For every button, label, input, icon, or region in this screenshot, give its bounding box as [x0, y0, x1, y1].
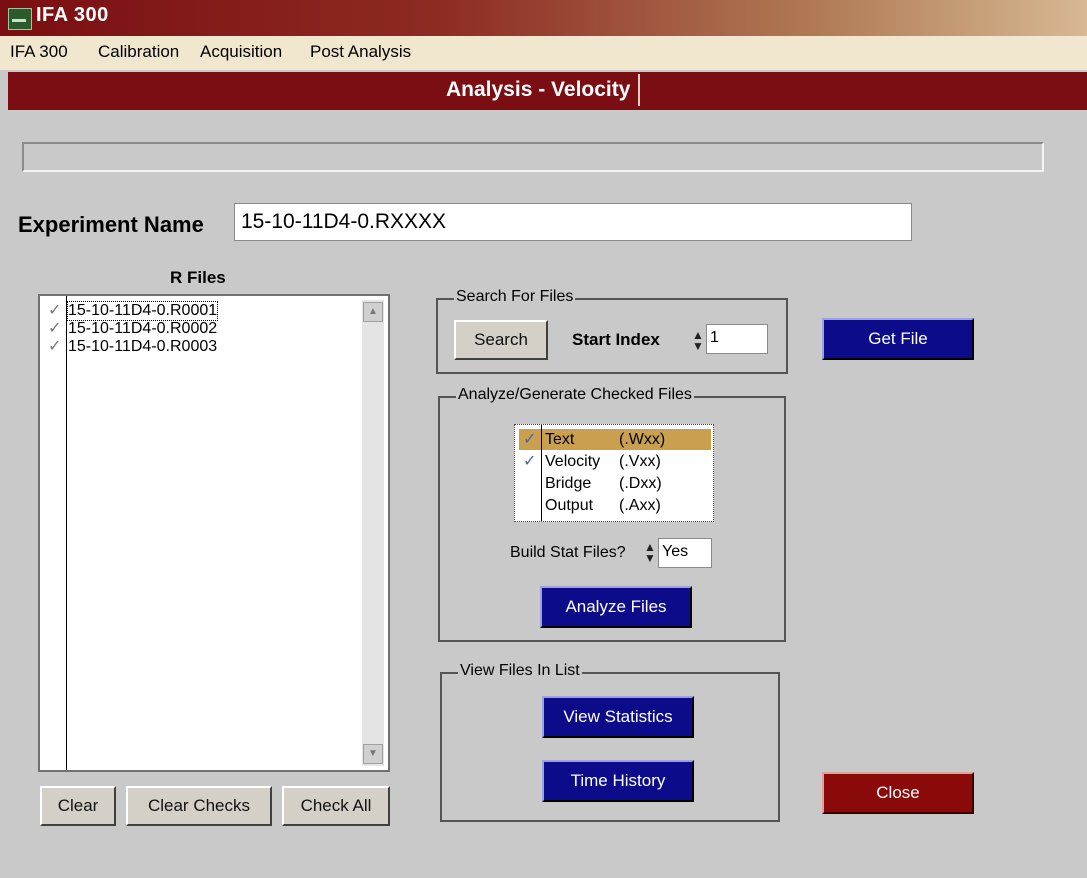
- option-name: Output: [545, 497, 594, 514]
- check-icon[interactable]: ✓: [523, 451, 536, 472]
- list-item-velocity[interactable]: ✓ Velocity (.Vxx): [519, 451, 711, 472]
- start-index-label: Start Index: [572, 330, 660, 349]
- menu-ifa300[interactable]: IFA 300: [10, 42, 68, 62]
- list-item-bridge[interactable]: Bridge (.Dxx): [519, 473, 711, 494]
- option-ext: (.Dxx): [619, 475, 662, 492]
- close-button[interactable]: Close: [822, 772, 974, 814]
- get-file-button[interactable]: Get File: [822, 318, 974, 360]
- option-ext: (.Wxx): [619, 431, 666, 448]
- build-stat-label: Build Stat Files?: [510, 544, 626, 561]
- app-icon: [8, 8, 32, 30]
- check-all-button[interactable]: Check All: [282, 786, 390, 826]
- clear-button[interactable]: Clear: [40, 786, 116, 826]
- check-icon[interactable]: ✓: [48, 320, 66, 338]
- scroll-up-icon[interactable]: ▲: [363, 302, 383, 322]
- view-statistics-button[interactable]: View Statistics: [542, 696, 694, 738]
- experiment-name-field[interactable]: 15-10-11D4-0.RXXXX: [234, 203, 912, 241]
- option-name: Bridge: [545, 475, 592, 492]
- scroll-down-icon[interactable]: ▼: [363, 744, 383, 764]
- list-item-label: 15-10-11D4-0.R0001: [66, 301, 219, 321]
- build-stat-field[interactable]: Yes: [658, 538, 712, 568]
- output-type-list[interactable]: ✓ Text (.Wxx) ✓ Velocity (.Vxx) Bridge (…: [514, 424, 714, 522]
- check-icon[interactable]: ✓: [523, 429, 536, 450]
- list-item[interactable]: ✓ 15-10-11D4-0.R0003: [48, 338, 217, 356]
- analyze-files-button[interactable]: Analyze Files: [540, 586, 692, 628]
- list-scrollbar[interactable]: ▲ ▼: [362, 300, 384, 766]
- menu-acquisition[interactable]: Acquisition: [200, 42, 282, 62]
- page-title: Analysis - Velocity: [438, 74, 641, 106]
- build-stat-spinner-icon[interactable]: ▲ ▼: [644, 541, 656, 564]
- r-files-list[interactable]: ✓ 15-10-11D4-0.R0001 ✓ 15-10-11D4-0.R0002 …: [38, 294, 390, 772]
- option-name: Velocity: [545, 453, 601, 470]
- list-item-text[interactable]: ✓ Text (.Wxx): [519, 429, 711, 450]
- r-files-label: R Files: [170, 268, 226, 287]
- progress-bar: [22, 142, 1044, 172]
- check-icon[interactable]: ✓: [48, 338, 66, 356]
- menu-bar: IFA 300 Calibration Acquisition Post Ana…: [0, 36, 1087, 70]
- check-icon[interactable]: ✓: [48, 302, 66, 320]
- option-ext: (.Vxx): [619, 453, 661, 470]
- option-name: Text: [545, 431, 575, 448]
- list-gutter: [66, 296, 67, 770]
- list-gutter: [541, 425, 542, 521]
- experiment-name-label: Experiment Name: [18, 212, 204, 237]
- title-bar: IFA 300: [0, 0, 1087, 36]
- search-button[interactable]: Search: [454, 320, 548, 360]
- menu-calibration[interactable]: Calibration: [98, 42, 179, 62]
- view-files-legend: View Files In List: [458, 662, 582, 680]
- list-item-label: 15-10-11D4-0.R0002: [68, 320, 218, 337]
- start-index-spinner-icon[interactable]: ▲ ▼: [692, 329, 704, 352]
- list-item-label: 15-10-11D4-0.R0003: [68, 338, 218, 355]
- list-item-output[interactable]: Output (.Axx): [519, 495, 711, 516]
- search-files-legend: Search For Files: [454, 288, 576, 306]
- page-header: Analysis - Velocity: [8, 72, 1087, 110]
- menu-post-analysis[interactable]: Post Analysis: [310, 42, 411, 62]
- option-ext: (.Axx): [619, 497, 661, 514]
- list-item[interactable]: ✓ 15-10-11D4-0.R0002: [48, 320, 217, 338]
- window-title: IFA 300: [36, 4, 109, 26]
- start-index-field[interactable]: 1: [706, 324, 768, 354]
- list-item[interactable]: ✓ 15-10-11D4-0.R0001: [48, 301, 219, 321]
- clear-checks-button[interactable]: Clear Checks: [126, 786, 272, 826]
- analyze-files-legend: Analyze/Generate Checked Files: [456, 386, 694, 404]
- time-history-button[interactable]: Time History: [542, 760, 694, 802]
